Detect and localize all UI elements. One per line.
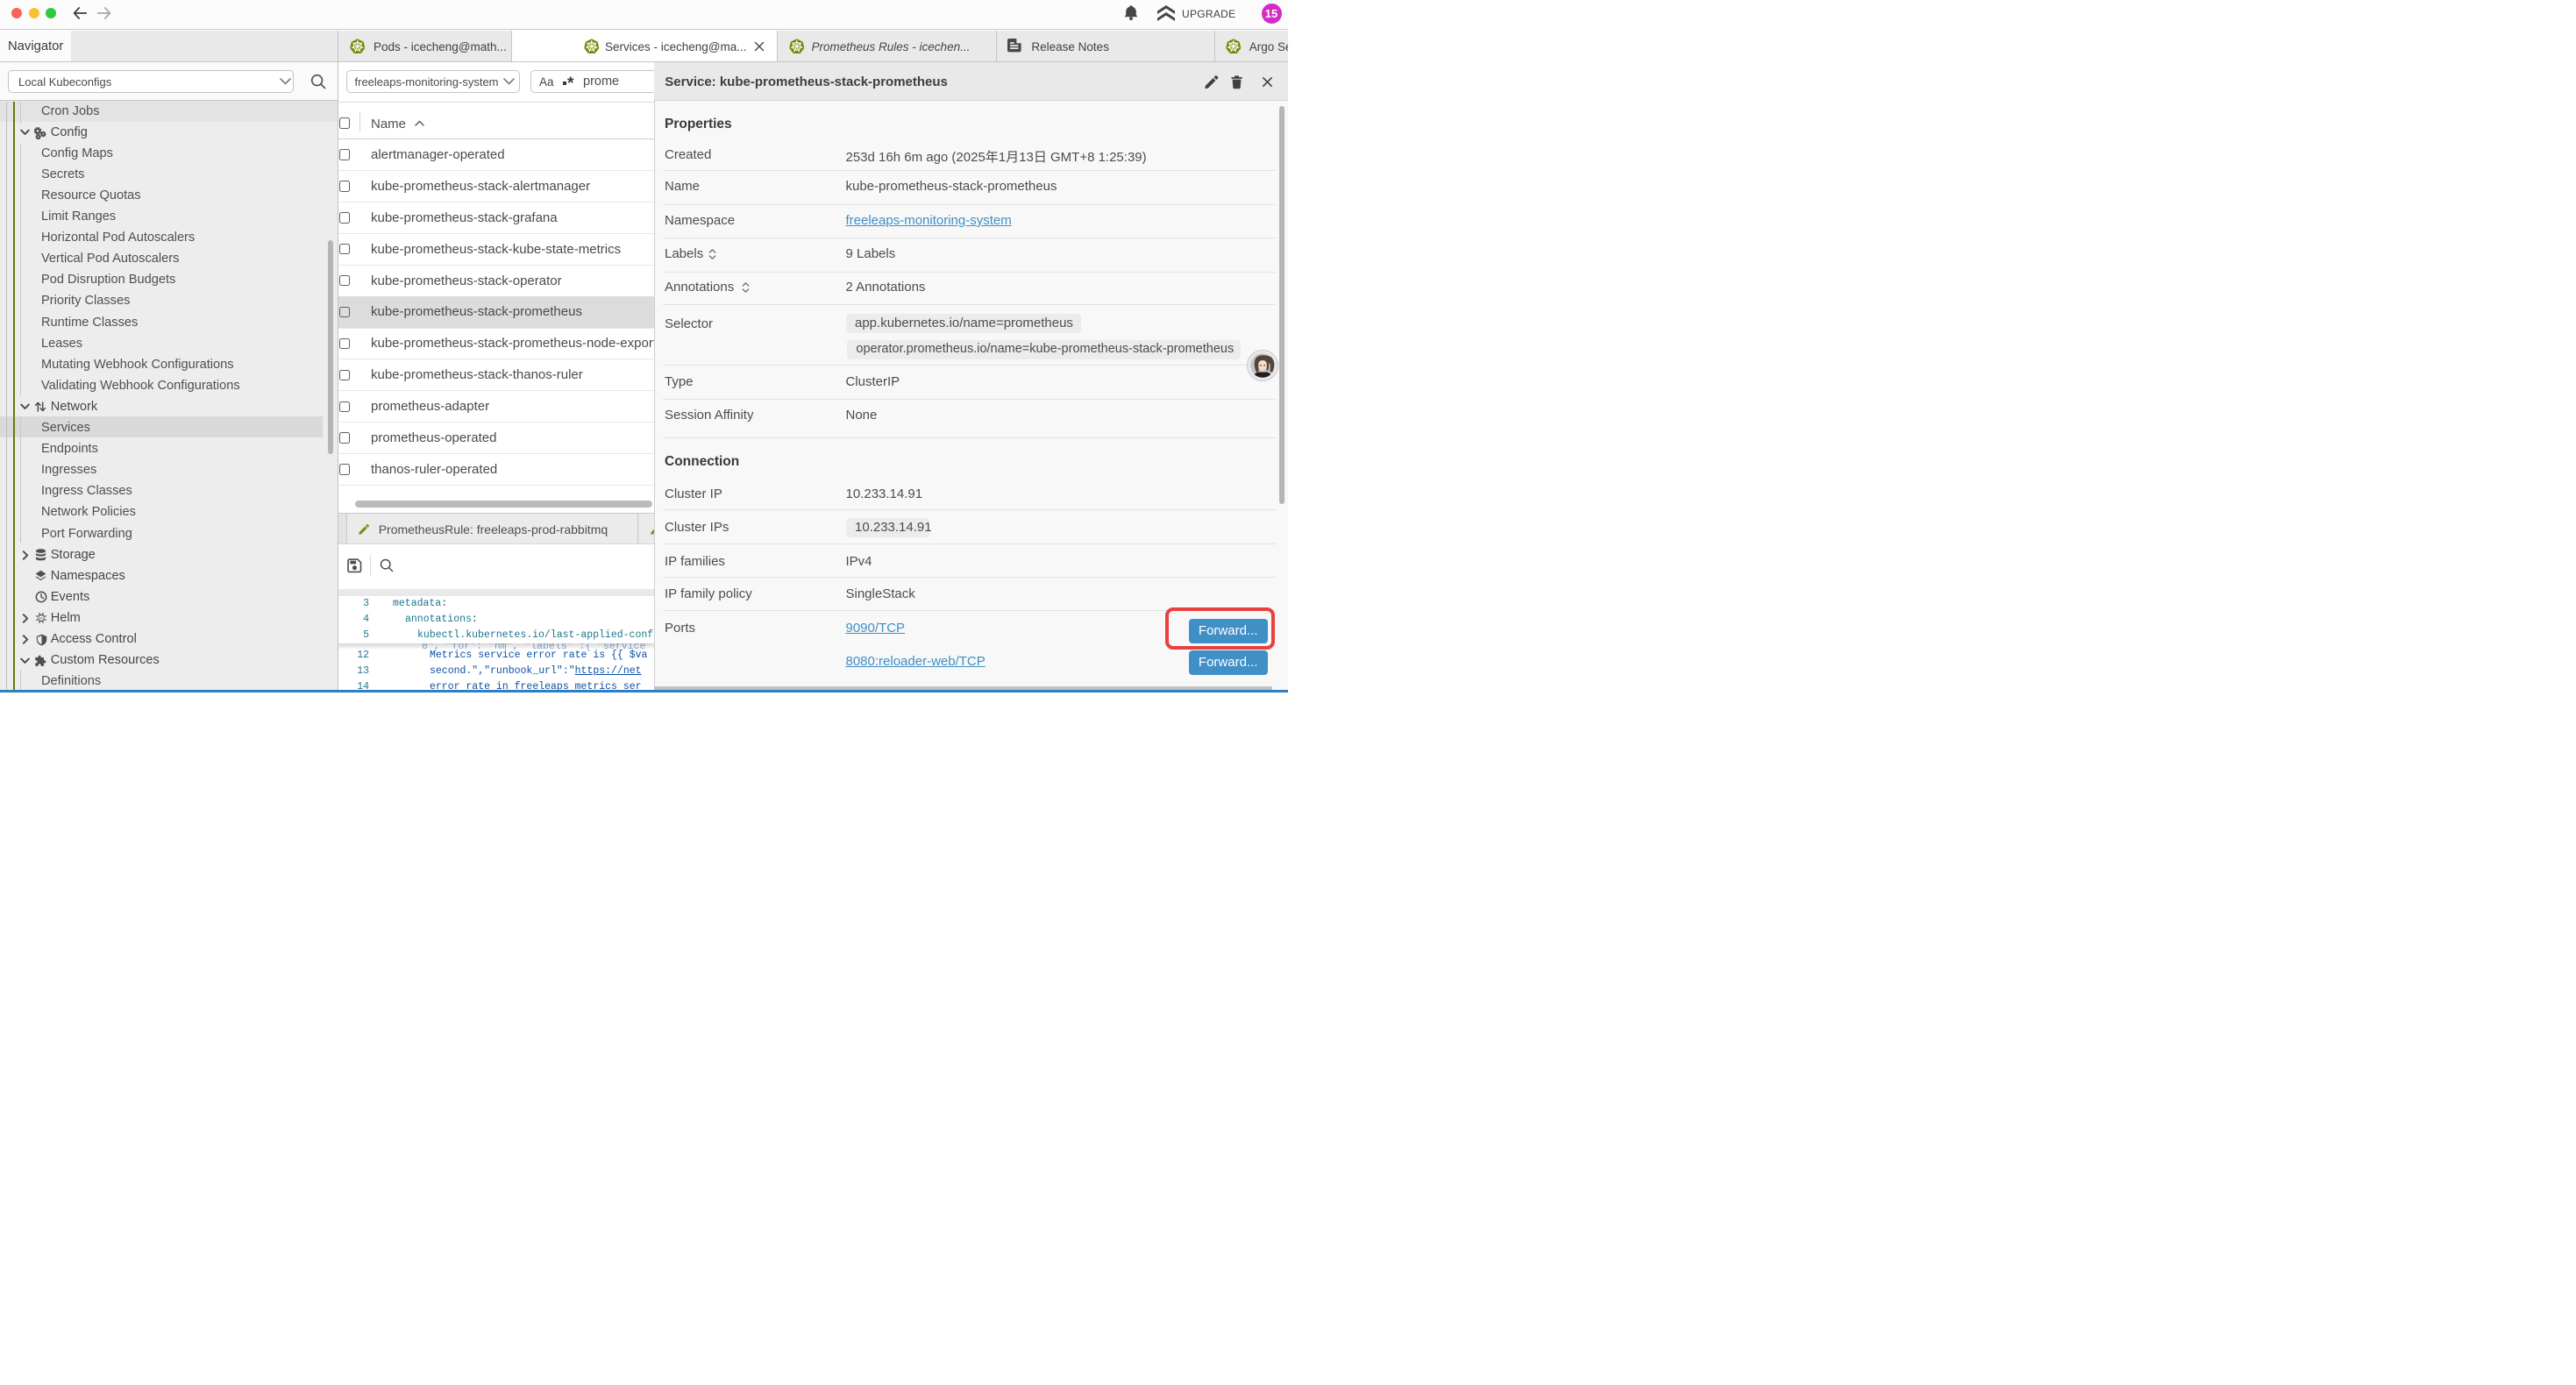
svg-text:HELM: HELM bbox=[37, 616, 45, 620]
